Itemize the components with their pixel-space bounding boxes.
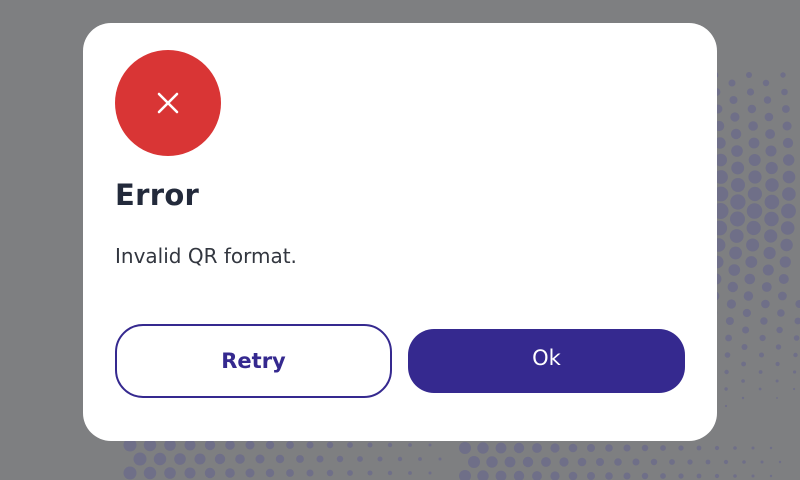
close-x-icon [157,92,179,114]
dialog-title: Error [115,178,200,212]
dialog-message: Invalid QR format. [115,244,297,268]
error-dialog: Error Invalid QR format. Retry Ok [83,23,717,441]
error-status-badge [115,50,221,156]
retry-button-label: Retry [221,349,286,373]
retry-button[interactable]: Retry [115,324,392,398]
ok-button[interactable]: Ok [408,329,685,393]
ok-button-label: Ok [532,346,561,370]
